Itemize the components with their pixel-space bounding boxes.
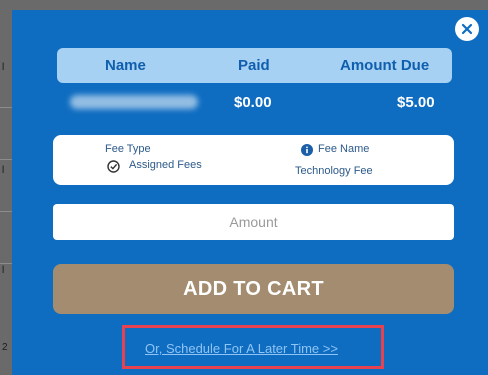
info-icon <box>301 144 313 156</box>
backdrop-divider <box>0 263 12 264</box>
fee-type-value: Assigned Fees <box>129 159 202 171</box>
amount-due-column-header: Amount Due <box>340 57 430 74</box>
backdrop-text: l <box>2 265 5 276</box>
backdrop-text: l <box>2 62 5 73</box>
backdrop-divider <box>0 159 12 160</box>
name-column-header: Name <box>105 57 146 74</box>
close-icon <box>461 23 473 35</box>
paid-value: $0.00 <box>234 94 272 111</box>
amount-due-value: $5.00 <box>397 94 435 111</box>
backdrop-text: 2 <box>2 342 8 353</box>
paid-column-header: Paid <box>238 57 270 74</box>
fee-type-label: Fee Type <box>105 143 151 155</box>
add-to-cart-button[interactable]: ADD TO CART <box>53 264 454 314</box>
amount-input[interactable]: Amount <box>53 204 454 240</box>
schedule-later-link[interactable]: Or, Schedule For A Later Time >> <box>145 341 338 356</box>
student-name-redacted <box>70 95 198 109</box>
fee-name-value: Technology Fee <box>295 165 373 177</box>
backdrop-divider <box>0 107 12 108</box>
add-to-cart-label: ADD TO CART <box>183 277 324 300</box>
backdrop-divider <box>0 211 12 212</box>
backdrop-text: l <box>2 165 5 176</box>
fee-details-card: Fee Type Assigned Fees Fee Name Technolo… <box>53 135 454 185</box>
fee-name-label: Fee Name <box>318 143 370 155</box>
close-button[interactable] <box>455 17 479 41</box>
amount-placeholder: Amount <box>229 214 278 230</box>
check-circle-icon <box>107 160 120 173</box>
table-header: Name Paid Amount Due <box>57 48 452 83</box>
